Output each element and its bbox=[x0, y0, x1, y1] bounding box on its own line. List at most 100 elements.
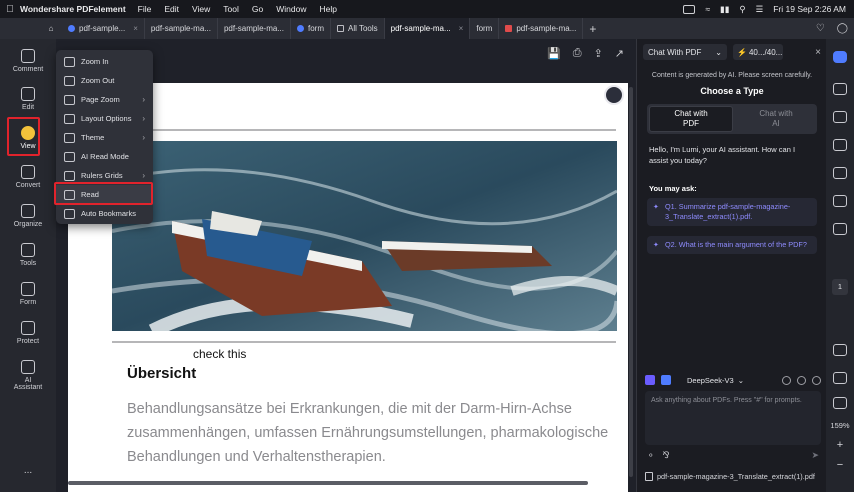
close-icon[interactable]: × bbox=[815, 47, 821, 58]
section-heading: Übersicht bbox=[127, 365, 197, 382]
tab-label: form bbox=[307, 24, 324, 33]
horizontal-scrollbar[interactable] bbox=[68, 481, 588, 485]
suggested-question[interactable]: ✦ Q2. What is the main argument of the P… bbox=[647, 236, 817, 254]
menu-go[interactable]: Go bbox=[252, 4, 263, 14]
image-panel-icon[interactable] bbox=[833, 139, 847, 151]
tab-pdf-sample-2[interactable]: pdf-sample-ma... bbox=[145, 18, 218, 39]
tab-pdf-sample-1[interactable]: pdf-sample... × bbox=[62, 18, 145, 39]
sidebar-item-comment[interactable]: Comment bbox=[0, 49, 56, 73]
model-select[interactable]: DeepSeek-V3 ⌄ bbox=[687, 376, 744, 385]
sidebar-item-tools[interactable]: Tools bbox=[0, 243, 56, 267]
save-icon[interactable]: 💾 bbox=[547, 47, 561, 60]
translate-icon[interactable] bbox=[661, 375, 671, 385]
new-tab-button[interactable]: + bbox=[589, 22, 596, 36]
sidebar-item-edit[interactable]: Edit bbox=[0, 87, 56, 111]
send-icon[interactable]: ➤ bbox=[811, 450, 819, 461]
ai-floating-icon[interactable] bbox=[604, 85, 624, 105]
sidebar-item-form[interactable]: Form bbox=[0, 282, 56, 306]
highlight-box-view bbox=[7, 117, 40, 156]
menu-tool[interactable]: Tool bbox=[223, 4, 239, 14]
open-external-icon[interactable]: ↗ bbox=[615, 47, 624, 60]
sidebar-item-label: Convert bbox=[15, 182, 41, 189]
share-icon[interactable]: ⇪ bbox=[594, 47, 603, 60]
chat-mode-select[interactable]: Chat With PDF ⌄ bbox=[643, 44, 727, 60]
chat-input[interactable]: Ask anything about PDFs. Press "#" for p… bbox=[645, 391, 821, 445]
form-icon bbox=[21, 282, 35, 296]
tab-form-1[interactable]: form bbox=[291, 18, 331, 39]
sidebar-item-organize[interactable]: Organize bbox=[0, 204, 56, 228]
zoom-in-button[interactable]: + bbox=[826, 439, 854, 451]
new-chat-icon[interactable] bbox=[812, 375, 821, 385]
comment-panel-icon[interactable] bbox=[833, 111, 847, 123]
notification-icon[interactable]: ♡ bbox=[816, 23, 825, 34]
zoom-level[interactable]: 159% bbox=[826, 421, 854, 430]
token-badge[interactable]: ⚡ 40.../40... bbox=[733, 44, 783, 60]
menu-item-page-zoom[interactable]: Page Zoom › bbox=[56, 90, 153, 109]
wifi-icon[interactable]: ≈ bbox=[705, 4, 710, 14]
tab-label: pdf-sample... bbox=[79, 24, 126, 33]
menu-item-ai-read-mode[interactable]: AI Read Mode bbox=[56, 147, 153, 166]
print-icon[interactable]: ⎙ bbox=[573, 47, 582, 60]
thumbnail-icon[interactable] bbox=[833, 397, 847, 409]
menu-item-zoom-in[interactable]: Zoom In bbox=[56, 52, 153, 71]
menu-help[interactable]: Help bbox=[319, 4, 336, 14]
menu-edit[interactable]: Edit bbox=[164, 4, 179, 14]
menu-item-layout-options[interactable]: Layout Options › bbox=[56, 109, 153, 128]
lightbulb-icon[interactable]: ⚬ bbox=[647, 450, 655, 461]
sidebar-item-convert[interactable]: Convert bbox=[0, 165, 56, 189]
history-icon[interactable] bbox=[797, 375, 806, 385]
zoom-out-button[interactable]: − bbox=[826, 459, 854, 471]
translate-panel-icon[interactable] bbox=[833, 167, 847, 179]
ai-read-icon bbox=[64, 151, 75, 162]
fit-page-icon[interactable] bbox=[833, 344, 847, 356]
ai-chat-icon[interactable] bbox=[833, 51, 847, 63]
menu-item-auto-bookmarks[interactable]: Auto Bookmarks bbox=[56, 204, 153, 223]
refresh-icon[interactable] bbox=[782, 375, 791, 385]
tab-label: form bbox=[476, 24, 493, 33]
highlight-box-read bbox=[54, 182, 153, 205]
home-icon[interactable]: ⌂ bbox=[40, 18, 62, 39]
menu-file[interactable]: File bbox=[138, 4, 152, 14]
suggested-question[interactable]: ✦ Q1. Summarize pdf-sample-magazine-3_Tr… bbox=[647, 198, 817, 226]
app-name-menu[interactable]: Wondershare PDFelement bbox=[20, 4, 126, 14]
tab-form-2[interactable]: form bbox=[470, 18, 500, 39]
vertical-scrollbar[interactable] bbox=[629, 87, 633, 477]
chat-with-ai-option[interactable]: Chat with AI bbox=[735, 104, 817, 134]
zoom-in-icon bbox=[64, 56, 75, 67]
clock[interactable]: Fri 19 Sep 2:26 AM bbox=[773, 4, 846, 14]
menu-window[interactable]: Window bbox=[276, 4, 306, 14]
sidebar-item-label: Form bbox=[19, 299, 37, 306]
close-icon[interactable]: × bbox=[133, 24, 138, 33]
plugin-icon[interactable] bbox=[645, 375, 655, 385]
app-status-icon[interactable] bbox=[683, 4, 696, 14]
tab-all-tools[interactable]: All Tools bbox=[331, 18, 385, 39]
tab-pdf-sample-active[interactable]: pdf-sample-ma... × bbox=[384, 18, 471, 39]
properties-icon[interactable] bbox=[833, 83, 847, 95]
account-icon[interactable]: ◯ bbox=[837, 23, 848, 34]
layers-panel-icon[interactable] bbox=[833, 223, 847, 235]
boat-photo bbox=[112, 141, 617, 331]
sidebar-item-ai-assistant[interactable]: AI Assistant bbox=[0, 360, 56, 391]
fit-width-icon[interactable] bbox=[833, 372, 847, 384]
page-number[interactable]: 1 bbox=[832, 279, 848, 295]
search-icon[interactable]: ⚲ bbox=[739, 4, 745, 15]
sidebar-item-protect[interactable]: Protect bbox=[0, 321, 56, 345]
list-panel-icon[interactable] bbox=[833, 195, 847, 207]
edit-icon bbox=[21, 87, 35, 101]
choose-type-title: Choose a Type bbox=[700, 86, 764, 96]
close-icon[interactable]: × bbox=[459, 24, 464, 33]
chat-with-pdf-option[interactable]: Chat with PDF bbox=[649, 106, 733, 132]
attached-file[interactable]: pdf-sample-magazine-3_Translate_extract(… bbox=[645, 472, 825, 481]
sidebar-item-label: Organize bbox=[13, 221, 43, 228]
tab-pdf-sample-3[interactable]: pdf-sample-ma... bbox=[218, 18, 291, 39]
menu-item-zoom-out[interactable]: Zoom Out bbox=[56, 71, 153, 90]
question-text: Q2. What is the main argument of the PDF… bbox=[665, 240, 807, 249]
control-center-icon[interactable]: ☰ bbox=[756, 4, 764, 15]
sidebar-more-button[interactable]: ... bbox=[0, 465, 56, 476]
menu-item-theme[interactable]: Theme › bbox=[56, 128, 153, 147]
attach-icon[interactable]: ⅋ bbox=[663, 450, 670, 461]
menu-view[interactable]: View bbox=[192, 4, 210, 14]
battery-icon[interactable]: ▮▮ bbox=[720, 4, 729, 15]
tab-pdf-sample-4[interactable]: pdf-sample-ma... bbox=[499, 18, 584, 39]
apple-icon[interactable]:  bbox=[0, 4, 20, 15]
